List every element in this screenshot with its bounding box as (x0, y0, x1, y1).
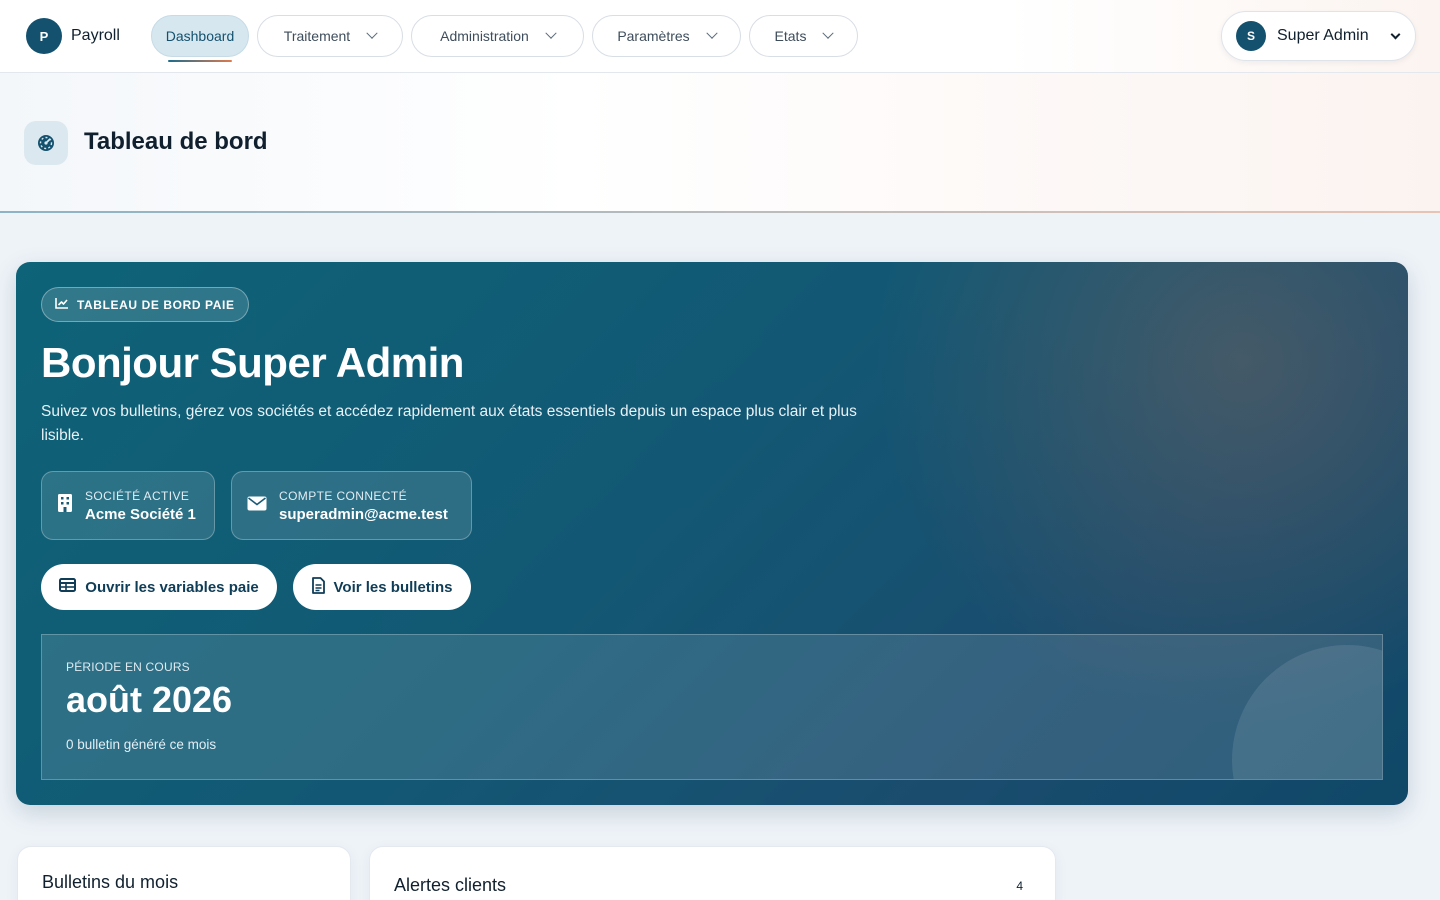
gauge-icon (24, 121, 68, 165)
monthly-payslips-title: Bulletins du mois (42, 872, 179, 892)
current-period-note: 0 bulletin généré ce mois (66, 737, 217, 752)
user-menu[interactable]: S Super Admin (1221, 11, 1416, 61)
chevron-down-icon (706, 27, 718, 39)
open-payroll-variables-button[interactable]: Ouvrir les variables paie (41, 564, 277, 610)
user-name: Super Admin (1277, 27, 1369, 44)
hero-title: Bonjour Super Admin (41, 339, 464, 386)
chevron-down-icon (822, 27, 835, 39)
current-period-label: PÉRIODE EN COURS (66, 660, 190, 674)
client-alerts-count: 4 (1016, 879, 1023, 893)
nav-administration-label: Administration (440, 28, 529, 44)
avatar: S (1236, 21, 1266, 51)
envelope-icon (247, 496, 267, 516)
brand[interactable]: P Payroll (26, 18, 120, 54)
brand-logo: P (26, 18, 62, 54)
file-icon (311, 576, 325, 598)
hero-badge: TABLEAU DE BORD PAIE (41, 287, 249, 322)
active-company-value: Acme Société 1 (85, 505, 196, 523)
hero-subtitle: Suivez vos bulletins, gérez vos sociétés… (41, 403, 857, 444)
hero-card: TABLEAU DE BORD PAIE Bonjour Super Admin… (16, 262, 1408, 805)
view-payslips-button[interactable]: Voir les bulletins (293, 564, 471, 610)
nav-dashboard[interactable]: Dashboard (151, 15, 249, 62)
page-header: Tableau de bord (0, 73, 1440, 213)
view-payslips-label: Voir les bulletins (333, 578, 453, 596)
client-alerts-title: Alertes clients (394, 875, 507, 895)
top-navbar: P Payroll Dashboard Traitement Administr… (0, 0, 1440, 73)
building-icon (57, 493, 73, 518)
active-company-label: SOCIÉTÉ ACTIVE (85, 488, 190, 503)
nav-etats-label: Etats (774, 28, 807, 44)
page-title: Tableau de bord (84, 128, 268, 155)
client-alerts-card: Alertes clients 4 (369, 846, 1056, 900)
connected-account-value: superadmin@acme.test (279, 505, 448, 523)
table-icon (59, 578, 77, 596)
chart-line-icon (55, 297, 69, 312)
current-period-panel: PÉRIODE EN COURS août 2026 0 bulletin gé… (41, 634, 1383, 780)
connected-account-label: COMPTE CONNECTÉ (279, 488, 408, 503)
active-company-box: SOCIÉTÉ ACTIVE Acme Société 1 (41, 471, 215, 540)
brand-name: Payroll (71, 27, 120, 44)
connected-account-box: COMPTE CONNECTÉ superadmin@acme.test (231, 471, 472, 540)
nav-administration[interactable]: Administration (411, 15, 584, 57)
chevron-down-icon (1390, 29, 1401, 39)
chevron-down-icon (366, 27, 378, 39)
current-period-value: août 2026 (66, 679, 233, 720)
nav-traitement-label: Traitement (283, 28, 351, 44)
nav-etats[interactable]: Etats (749, 15, 858, 57)
monthly-payslips-card: Bulletins du mois (17, 846, 351, 900)
chevron-down-icon (545, 27, 557, 39)
nav-traitement[interactable]: Traitement (257, 15, 403, 57)
nav-parametres-label: Paramètres (617, 28, 690, 44)
decorative-circle (1232, 645, 1382, 779)
nav-dashboard-label: Dashboard (165, 28, 235, 44)
open-payroll-variables-label: Ouvrir les variables paie (85, 578, 259, 596)
nav-parametres[interactable]: Paramètres (592, 15, 741, 57)
hero-badge-label: TABLEAU DE BORD PAIE (77, 297, 235, 312)
